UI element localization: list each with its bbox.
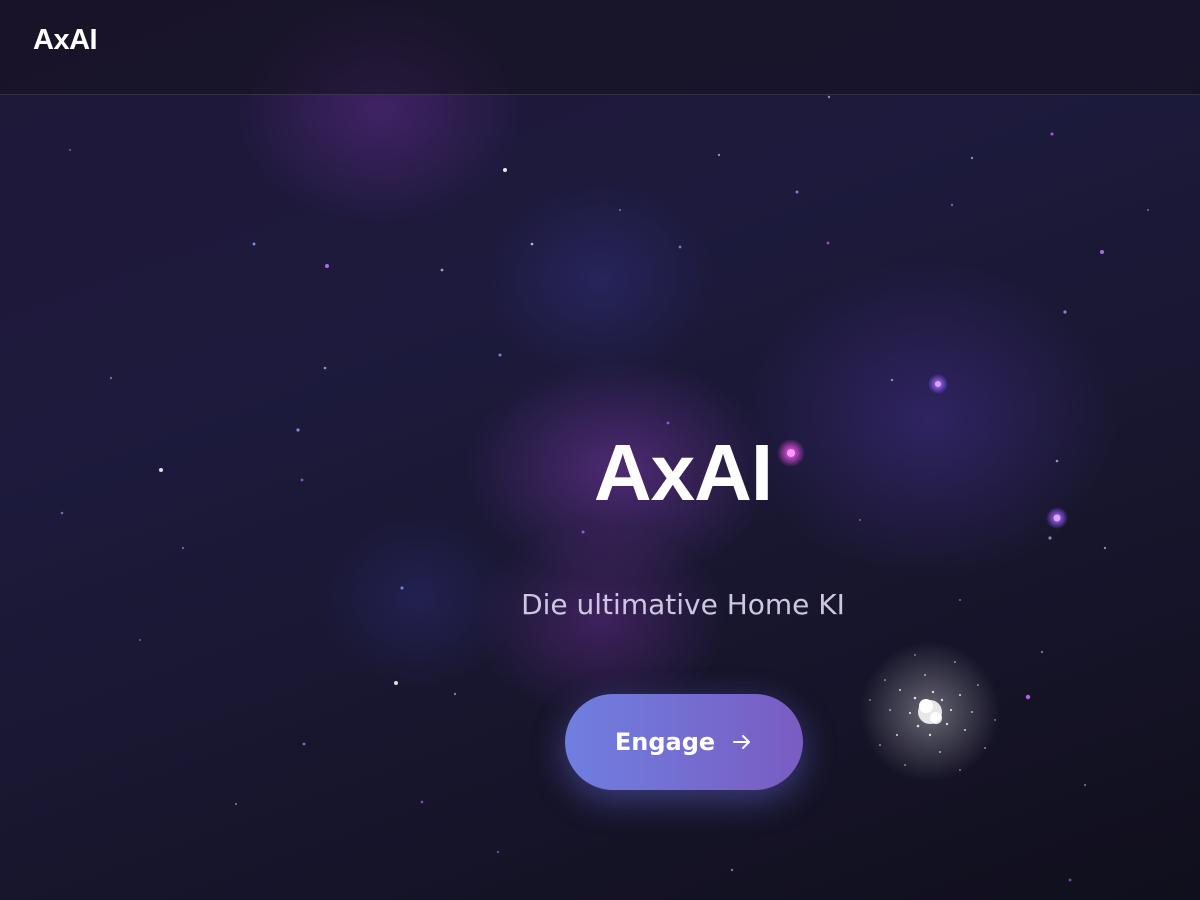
arrow-right-icon <box>731 731 753 753</box>
landing-page: AxAI AxAI Die ultimative Home KI Engage <box>0 0 1200 900</box>
top-navbar: AxAI <box>0 0 1200 95</box>
engage-button-label: Engage <box>614 728 716 756</box>
brand-logo[interactable]: AxAI <box>33 24 98 57</box>
engage-button[interactable]: Engage <box>565 694 803 790</box>
hero-title: AxAI <box>593 428 773 517</box>
star-cluster <box>860 642 1000 782</box>
hero-subtitle: Die ultimative Home KI <box>521 588 845 621</box>
